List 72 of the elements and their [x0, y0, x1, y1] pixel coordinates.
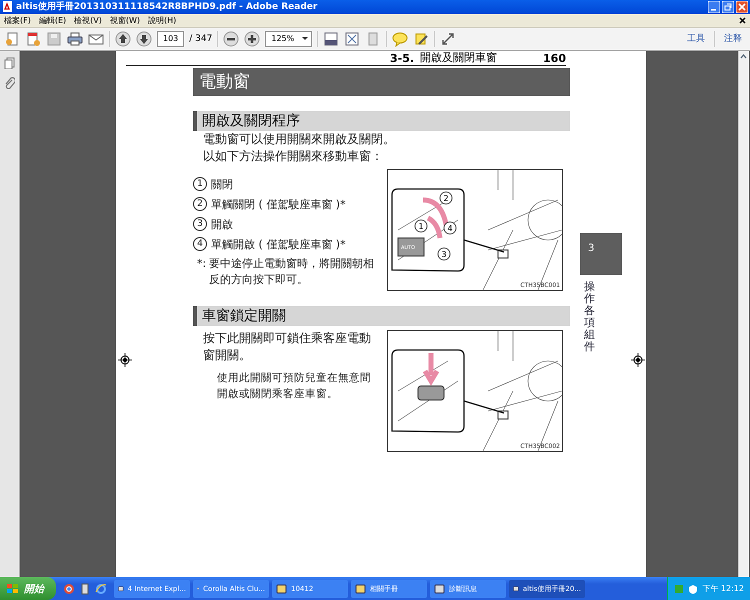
close-button[interactable] [736, 0, 748, 13]
paragraph: 以如下方法操作開關來移動車窗： [202, 148, 384, 165]
step-text: 單觸關閉 ( 僅駕駛座車窗 )* [211, 196, 346, 212]
menu-item[interactable]: 檔案(F) [4, 14, 31, 26]
paragraph: 按下此開關即可鎖住乘客座電動窗開關。 [202, 330, 372, 364]
step-text: 關閉 [211, 176, 233, 192]
shield-icon[interactable] [688, 584, 698, 594]
scrollbar[interactable] [738, 50, 749, 578]
callout-circle-icon [438, 248, 450, 260]
clock: 下午 12:12 [702, 583, 744, 594]
zoom-dropdown[interactable]: 125% [265, 30, 312, 47]
pages-icon[interactable] [4, 56, 15, 69]
chapter-title: 操作各項組件 [584, 280, 595, 354]
toolbar-button[interactable]: 注释 [720, 32, 746, 46]
attachment-icon[interactable] [4, 76, 15, 89]
callout-number: 3 [441, 250, 447, 259]
step-number: 4 [193, 237, 207, 252]
caret-icon [302, 37, 308, 40]
callout-number: 4 [447, 224, 453, 233]
step-number: 3 [193, 217, 207, 232]
step-number: 1 [193, 177, 207, 192]
page-number: 160 [543, 52, 566, 65]
menu-item[interactable]: 編輯(E) [38, 14, 66, 26]
zoom-in-icon[interactable] [244, 30, 260, 47]
windows-logo-icon [6, 582, 20, 595]
minimize-button[interactable] [708, 0, 720, 13]
callout-circle-icon [444, 222, 456, 234]
restore-button[interactable] [722, 0, 734, 13]
callout-number: 2 [443, 194, 449, 203]
zoom-out-icon[interactable] [223, 30, 240, 47]
highlight-pen-icon[interactable] [413, 30, 430, 47]
document-icon[interactable] [79, 582, 91, 595]
next-page-icon[interactable] [136, 30, 152, 47]
registration-mark-icon [118, 352, 132, 367]
create-document-icon[interactable] [4, 30, 20, 47]
step-text: 開啟 [211, 216, 233, 232]
page-count: / 347 [189, 34, 212, 44]
section-number: 3-5. [390, 52, 414, 65]
pdf-app-icon [2, 1, 13, 12]
full-screen-icon[interactable] [344, 30, 360, 47]
callout-circle-icon [414, 220, 428, 232]
menu-item[interactable]: 視窗(W) [110, 14, 140, 26]
registration-mark-icon [631, 352, 645, 367]
close-icon[interactable] [739, 16, 746, 24]
lock-switch-icon [418, 385, 444, 400]
expand-arrows-icon[interactable] [440, 30, 456, 47]
internet-explorer-icon[interactable] [95, 582, 107, 595]
step-text: 單觸開啟 ( 僅駕駛座車窗 )* [211, 236, 346, 252]
document-settings-icon[interactable] [25, 30, 41, 47]
chapter-heading: 電動窗 [193, 68, 570, 96]
fit-page-icon[interactable] [323, 30, 340, 47]
menu-item[interactable]: 檢視(V) [74, 14, 102, 26]
paragraph: 電動窗可以使用開關來開啟及關閉。 [202, 130, 396, 148]
window-switch-drawing [398, 237, 424, 256]
callout-circle-icon [440, 192, 452, 204]
previous-page-icon[interactable] [115, 30, 131, 47]
page-number-field[interactable]: 103 [157, 30, 184, 47]
print-icon[interactable] [67, 30, 83, 47]
note-text: 使用此開關可預防兒童在無意間開啟或關閉乘客座車窗。 [216, 370, 372, 402]
section-heading: 車窗鎖定開關 [193, 306, 570, 326]
toolbar-button[interactable]: 工具 [683, 32, 709, 46]
menu-item[interactable]: 說明(H) [148, 14, 176, 26]
step-number: 2 [193, 197, 207, 212]
callout-number: 1 [418, 222, 424, 231]
save-icon[interactable] [46, 30, 62, 47]
down-arrow-icon [422, 350, 440, 386]
double-arrow-icon [420, 197, 450, 240]
note-text: 要中途停止電動窗時，將開關朝相反的方向按下即可。 [209, 256, 375, 288]
note-marker: *: [197, 256, 208, 272]
window-title: altis使用手冊201310311118542R8BPHD9.pdf - Adobe Reader [16, 0, 318, 14]
section-heading: 開啟及關閉程序 [193, 110, 570, 131]
running-header: 開啟及關閉車窗 [420, 50, 498, 65]
